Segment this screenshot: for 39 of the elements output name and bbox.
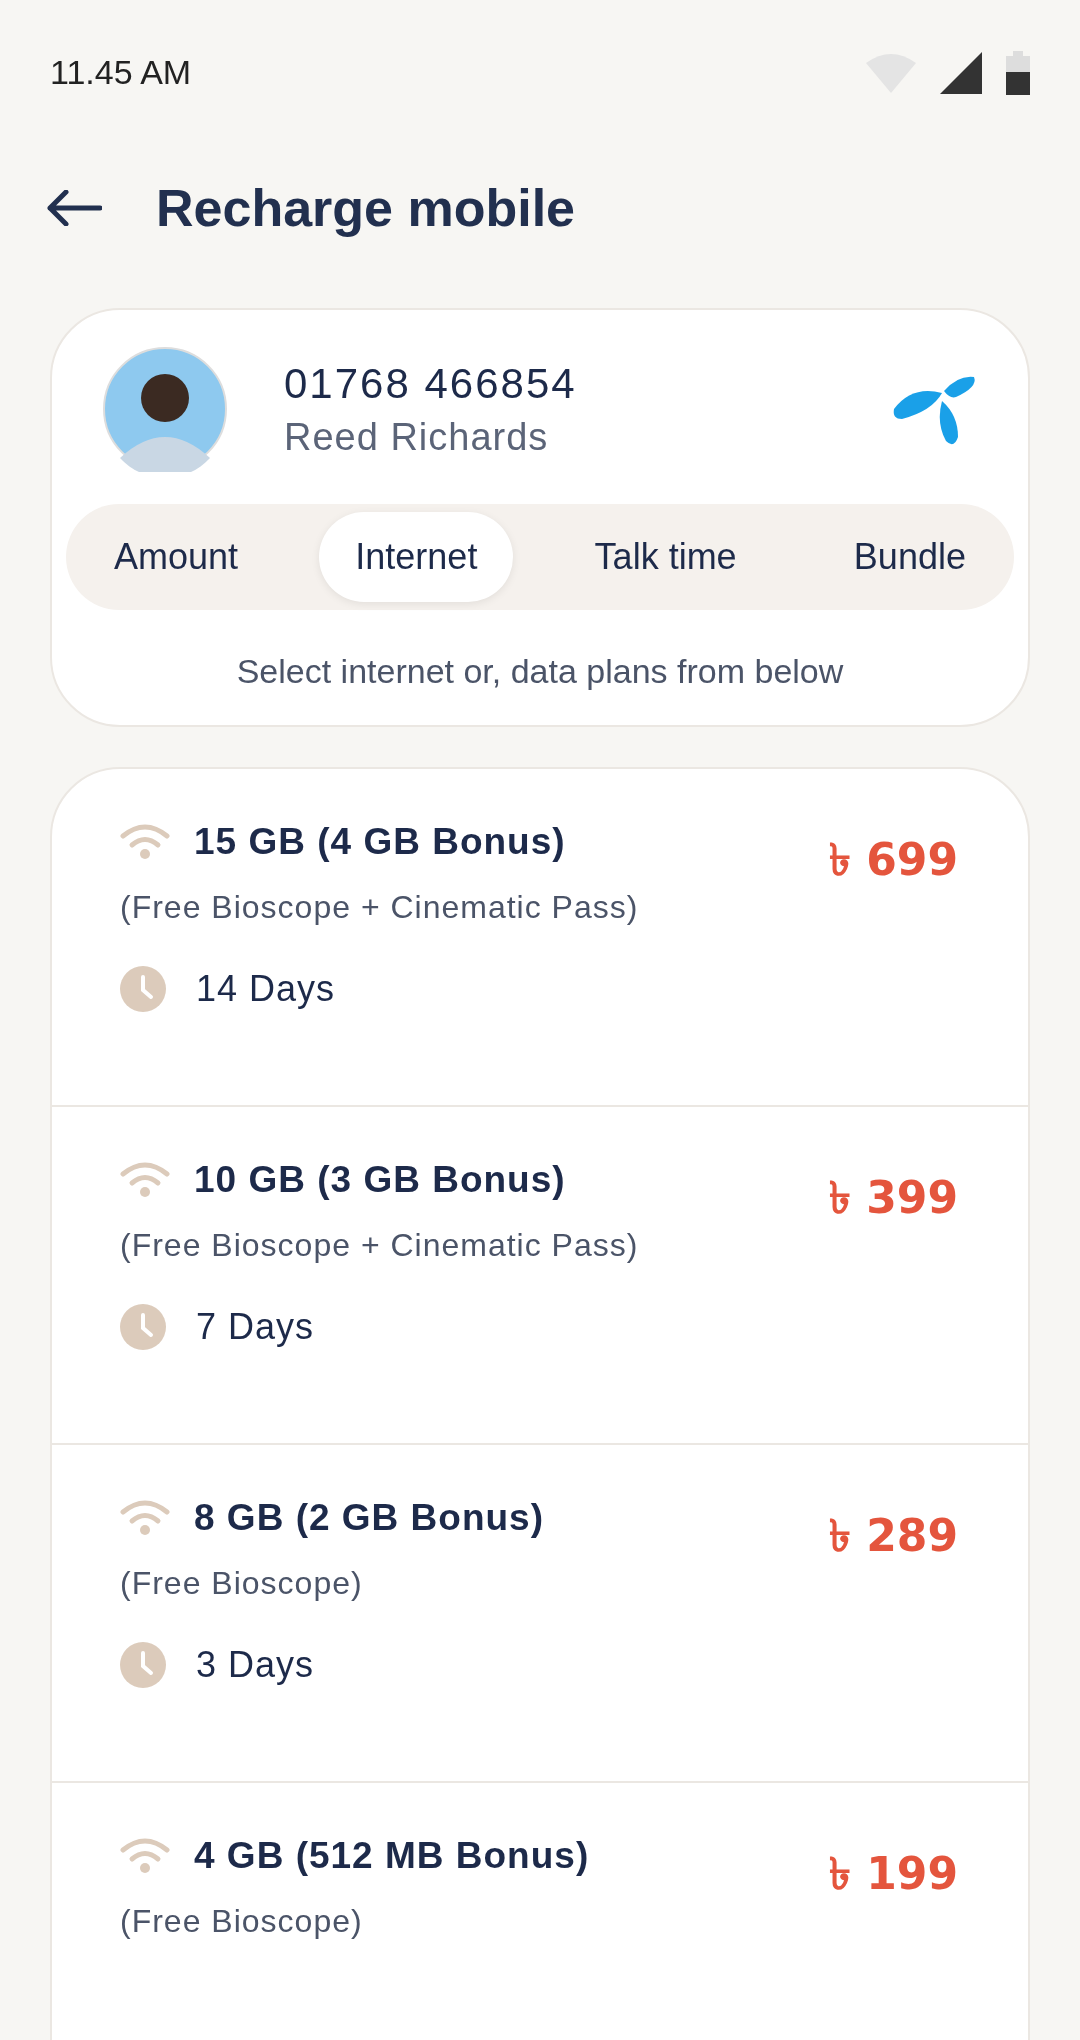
- wifi-icon: [120, 1500, 170, 1536]
- clock-icon: [120, 1304, 166, 1350]
- plan-item[interactable]: 10 GB (3 GB Bonus) (Free Bioscope + Cinematic Pass) 7 Days ৳ 399: [52, 1107, 1028, 1445]
- plan-item[interactable]: 8 GB (2 GB Bonus) (Free Bioscope) 3 Days ৳ 289: [52, 1445, 1028, 1783]
- plan-price: ৳ 399: [828, 1171, 958, 1225]
- plan-validity: 3 Days: [196, 1644, 315, 1686]
- wifi-icon: [120, 1838, 170, 1874]
- plan-price: ৳ 699: [828, 833, 958, 887]
- plan-title: 4 GB (512 MB Bonus): [194, 1835, 590, 1877]
- tab[interactable]: Bundle: [817, 512, 1002, 602]
- clock-icon: [120, 1642, 166, 1688]
- plan-price: ৳ 289: [828, 1509, 958, 1563]
- plan-item[interactable]: 15 GB (4 GB Bonus) (Free Bioscope + Cinematic Pass) 14 Days ৳ 699: [52, 769, 1028, 1107]
- plan-title: 8 GB (2 GB Bonus): [194, 1497, 545, 1539]
- hint-text: Select internet or, data plans from below: [235, 652, 845, 691]
- plan-note: (Free Bioscope): [120, 1903, 364, 1940]
- back-icon[interactable]: [46, 190, 102, 226]
- tab[interactable]: Internet: [319, 512, 514, 602]
- tab[interactable]: Amount: [78, 512, 275, 602]
- plan-note: (Free Bioscope): [120, 1565, 364, 1602]
- plan-title: 15 GB (4 GB Bonus): [194, 821, 566, 863]
- battery-icon: [1006, 50, 1030, 95]
- avatar-icon: [102, 346, 228, 472]
- plan-price: ৳ 199: [828, 1847, 958, 1901]
- signal-icon: [940, 51, 982, 94]
- clock-icon: [120, 966, 166, 1012]
- wifi-icon: [120, 1162, 170, 1198]
- plan-title: 10 GB (3 GB Bonus): [194, 1159, 566, 1201]
- tab[interactable]: Talk time: [558, 512, 773, 602]
- plan-item[interactable]: 4 GB (512 MB Bonus) (Free Bioscope) ৳ 199: [52, 1783, 1028, 2040]
- wifi-icon: [120, 824, 170, 860]
- status-time: 11.45 AM: [50, 53, 192, 92]
- phone-number: 01768 466854: [284, 359, 578, 408]
- contact-name: Reed Richards: [284, 415, 550, 459]
- plan-validity: 14 Days: [196, 968, 336, 1010]
- plan-validity: 7 Days: [196, 1306, 315, 1348]
- page-title: Recharge mobile: [156, 178, 576, 238]
- plan-note: (Free Bioscope + Cinematic Pass): [120, 889, 639, 926]
- plan-note: (Free Bioscope + Cinematic Pass): [120, 1227, 639, 1264]
